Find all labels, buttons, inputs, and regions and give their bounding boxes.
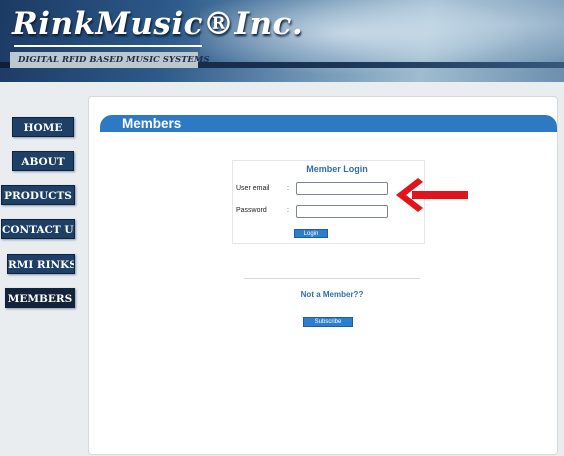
password-field[interactable] <box>296 205 388 218</box>
nav-about-button[interactable]: ABOUT <box>12 151 74 171</box>
site-tagline: DIGITAL RFID BASED MUSIC SYSTEMS <box>10 52 209 68</box>
not-member-text: Not a Member?? <box>300 290 364 299</box>
login-button[interactable]: Login <box>294 229 328 238</box>
logo-underline <box>14 45 202 47</box>
email-label: User email <box>236 185 270 192</box>
nav-products-button[interactable]: PRODUCTS <box>1 185 75 205</box>
page-title: Members <box>122 116 182 131</box>
email-colon: : <box>287 185 289 192</box>
login-title: Member Login <box>306 164 368 174</box>
nav-members-button[interactable]: MEMBERS <box>5 288 75 308</box>
site-logo[interactable]: RinkMusic®Inc. <box>12 6 303 42</box>
main-content-panel <box>88 96 558 455</box>
subscribe-button[interactable]: Subscribe <box>303 317 353 327</box>
password-label: Password <box>236 207 267 214</box>
nav-contact-us-button[interactable]: CONTACT US <box>1 219 75 239</box>
nav-home-button[interactable]: HOME <box>12 117 74 137</box>
password-colon: : <box>287 207 289 214</box>
red-arrow-left-icon <box>396 178 468 212</box>
divider <box>244 278 420 279</box>
nav-rmi-rinks-button[interactable]: RMI RINKS <box>7 254 75 274</box>
email-field[interactable] <box>296 182 388 195</box>
